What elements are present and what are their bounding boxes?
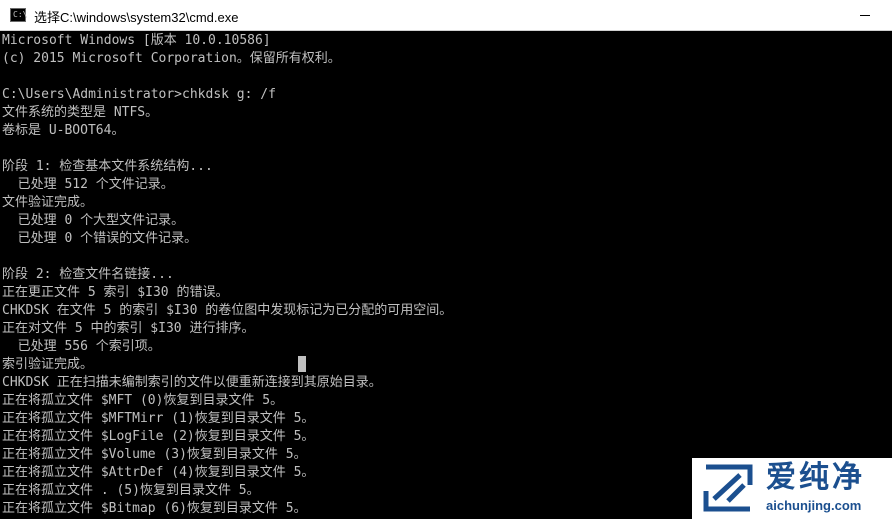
console-line: 卷标是 U-BOOT64。 bbox=[2, 123, 125, 138]
cmd-icon-label: C:\ bbox=[13, 10, 28, 19]
console-line: 正在更正文件 5 索引 $I30 的错误。 bbox=[2, 285, 229, 300]
console-line: 正在将孤立文件 $MFT (0)恢复到目录文件 5。 bbox=[2, 393, 284, 408]
console-line: 已处理 512 个文件记录。 bbox=[2, 177, 174, 192]
console-line: 阶段 1: 检查基本文件系统结构... bbox=[2, 159, 213, 174]
console-line: 正在将孤立文件 $Bitmap (6)恢复到目录文件 5。 bbox=[2, 501, 307, 516]
console-line: 阶段 2: 检查文件名链接... bbox=[2, 267, 174, 282]
console-line: (c) 2015 Microsoft Corporation。保留所有权利。 bbox=[2, 51, 341, 66]
console-line: 正在将孤立文件 $LogFile (2)恢复到目录文件 5。 bbox=[2, 429, 315, 444]
console-line: CHKDSK 在文件 5 的索引 $I30 的卷位图中发现标记为已分配的可用空间… bbox=[2, 303, 453, 318]
console-line: 索引验证完成。 bbox=[2, 357, 94, 372]
console-line: C:\Users\Administrator>chkdsk g: /f bbox=[2, 87, 276, 102]
console-line: 已处理 0 个错误的文件记录。 bbox=[2, 231, 198, 246]
console-line: 已处理 0 个大型文件记录。 bbox=[2, 213, 185, 228]
console-line: 已处理 556 个索引项。 bbox=[2, 339, 161, 354]
console-output[interactable]: Microsoft Windows [版本 10.0.10586] (c) 20… bbox=[0, 32, 892, 519]
watermark-brand: 爱纯净 bbox=[766, 461, 865, 494]
title-bar[interactable]: C:\ 选择C:\windows\system32\cmd.exe bbox=[0, 0, 892, 31]
text-cursor bbox=[298, 356, 306, 372]
console-line: 文件系统的类型是 NTFS。 bbox=[2, 105, 159, 120]
console-line: 正在将孤立文件 $AttrDef (4)恢复到目录文件 5。 bbox=[2, 465, 315, 480]
console-line: CHKDSK 正在扫描未编制索引的文件以便重新连接到其原始目录。 bbox=[2, 375, 382, 390]
console-line: 正在将孤立文件 $MFTMirr (1)恢复到目录文件 5。 bbox=[2, 411, 315, 426]
console-line: 正在对文件 5 中的索引 $I30 进行排序。 bbox=[2, 321, 255, 336]
console-line: 正在将孤立文件 . (5)恢复到目录文件 5。 bbox=[2, 483, 260, 498]
watermark-url: aichunjing.com bbox=[766, 498, 862, 513]
watermark: 爱纯净 aichunjing.com bbox=[692, 458, 892, 519]
logo-icon bbox=[703, 464, 753, 512]
console-line: Microsoft Windows [版本 10.0.10586] bbox=[2, 33, 271, 48]
cmd-icon[interactable]: C:\ bbox=[10, 8, 28, 22]
minimize-icon bbox=[860, 15, 870, 16]
console-line: 正在将孤立文件 $Volume (3)恢复到目录文件 5。 bbox=[2, 447, 307, 462]
console-line: 文件验证完成。 bbox=[2, 195, 94, 210]
window-title: 选择C:\windows\system32\cmd.exe bbox=[34, 10, 239, 25]
minimize-button[interactable] bbox=[840, 0, 890, 31]
